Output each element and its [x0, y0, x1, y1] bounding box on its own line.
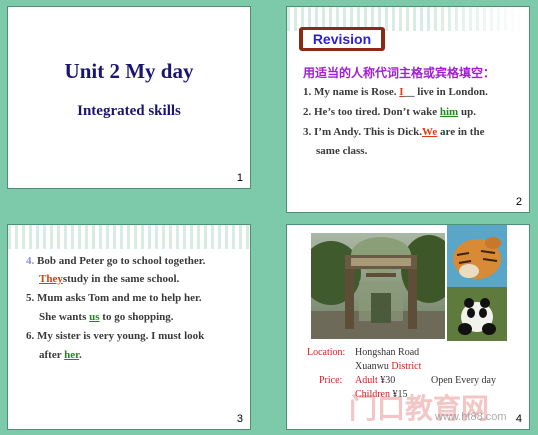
slide-thumbnail-4[interactable]: Location: Hongshan Road Xuanwu District … — [286, 224, 530, 430]
exercise-heading: 用适当的人称代词主格或宾格填空： — [303, 66, 496, 80]
watermark-url: www.ht88.com — [435, 411, 507, 423]
district-name: Xuanwu — [355, 361, 392, 372]
slide-thumbnail-3[interactable]: 4. Bob and Peter go to school together. … — [7, 224, 251, 430]
sentence-text: She wants — [39, 311, 90, 323]
location-district: Xuanwu District — [355, 361, 421, 372]
slide-title: Unit 2 My day — [64, 59, 194, 83]
adult-price: Adult ¥30 — [355, 375, 395, 386]
line-5-cont: She wants us to go shopping. — [39, 311, 174, 323]
sentence-text: . — [79, 349, 82, 361]
slide-number: 1 — [236, 172, 243, 184]
answer: They — [39, 273, 63, 285]
panda-photo — [447, 287, 507, 341]
sentence-text: 3. I’m Andy. This is Dick. — [303, 126, 423, 138]
sentence-2: 2. He’s too tired. Don’t wake him up. — [303, 106, 476, 118]
zoo-gate-photo — [311, 233, 445, 339]
sentence-text: after — [39, 349, 65, 361]
sentence-text: Bob and Peter go to school together. — [37, 255, 206, 267]
answer: him — [439, 106, 459, 118]
slide-number: 3 — [236, 413, 243, 425]
tiger-photo — [447, 225, 507, 287]
location-road: Hongshan Road — [355, 347, 420, 358]
slide-thumbnail-2[interactable]: Revision 用适当的人称代词主格或宾格填空： 1. My name is … — [286, 6, 530, 213]
line-4-cont: Theystudy in the same school. — [39, 273, 179, 285]
slide-subtitle: Integrated skills — [77, 103, 181, 119]
adult-price-value: ¥30 — [380, 375, 396, 386]
sentence-1: 1. My name is Rose. I__ live in London. — [303, 86, 488, 98]
sentence-3: 3. I’m Andy. This is Dick.We are in the — [303, 126, 484, 138]
slide-thumbnail-1[interactable]: Unit 2 My day Integrated skills 1 — [7, 6, 251, 189]
answer: We — [422, 126, 438, 138]
line-5: 5. Mum asks Tom and me to help her. — [26, 292, 202, 304]
sentence-text: __ live in London. — [403, 86, 488, 98]
decorative-stripes — [8, 225, 250, 249]
revision-button[interactable]: Revision — [299, 27, 385, 51]
slide-number: 2 — [515, 196, 522, 208]
slide-number: 4 — [515, 413, 522, 425]
answer: us — [89, 311, 100, 323]
line-6: 6. My sister is very young. I must look — [26, 330, 205, 342]
sentence-text: study in the same school. — [62, 273, 180, 285]
line-4: 4. Bob and Peter go to school together. — [26, 255, 205, 267]
line-6-cont: after her. — [39, 349, 82, 361]
location-label: Location: — [307, 347, 346, 358]
price-label: Price: — [319, 375, 343, 386]
adult-label: Adult — [355, 375, 378, 386]
sentence-text: are in the — [437, 126, 485, 138]
revision-label: Revision — [303, 30, 381, 48]
sentence-text: to go shopping. — [99, 311, 174, 323]
answer: her — [64, 349, 80, 361]
district-label: District — [391, 361, 422, 372]
sentence-text: 2. He’s too tired. Don’t wake — [303, 106, 440, 118]
sentence-text: 1. My name is Rose. — [303, 86, 400, 98]
sentence-text: up. — [458, 106, 476, 118]
item-number: 4. — [26, 255, 37, 267]
sentence-3-cont: same class. — [316, 145, 368, 157]
opening-hours: Open Every day — [431, 375, 496, 386]
